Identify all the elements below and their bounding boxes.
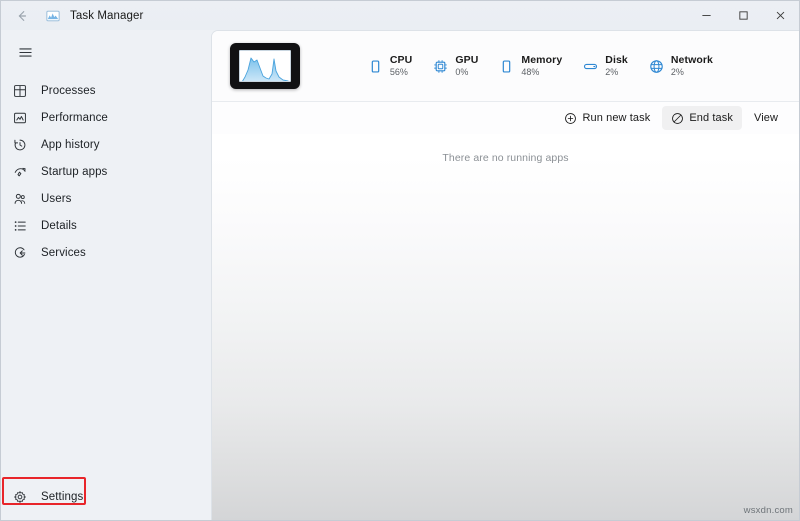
app-history-icon	[9, 136, 31, 154]
settings-area: Settings	[1, 477, 211, 510]
sidebar-item-processes[interactable]: Processes	[1, 77, 211, 104]
thumbnail-graph	[239, 50, 291, 82]
task-manager-window: Task Manager Processes Performance App h…	[0, 0, 800, 521]
main-panel: CPU 56% GPU 0% Memory 48% Disk 2% Networ…	[211, 30, 799, 520]
stat-disk[interactable]: Disk 2%	[582, 54, 628, 77]
sidebar-item-label: Processes	[41, 84, 96, 97]
performance-icon	[9, 109, 31, 127]
performance-stats: CPU 56% GPU 0% Memory 48% Disk 2% Networ…	[367, 54, 799, 77]
stat-value: 2%	[605, 67, 619, 78]
stat-gpu[interactable]: GPU 0%	[432, 54, 478, 77]
sidebar-item-performance[interactable]: Performance	[1, 104, 211, 131]
end-task-label: End task	[689, 112, 733, 124]
stat-value: 2%	[670, 67, 684, 78]
sidebar-item-settings[interactable]: Settings	[1, 483, 211, 510]
stat-label: CPU	[389, 54, 413, 67]
close-button[interactable]	[762, 1, 799, 30]
cpu-icon	[367, 58, 384, 75]
stat-network[interactable]: Network 2%	[648, 54, 713, 77]
sidebar-item-label: Startup apps	[41, 165, 108, 178]
gpu-chip-icon	[432, 58, 449, 75]
maximize-button[interactable]	[725, 1, 762, 30]
ban-circle-icon	[671, 112, 684, 125]
sidebar-item-startup-apps[interactable]: Startup apps	[1, 158, 211, 185]
memory-icon	[498, 58, 515, 75]
sidebar-item-label: Details	[41, 219, 77, 232]
stat-label: Memory	[521, 54, 563, 67]
performance-header: CPU 56% GPU 0% Memory 48% Disk 2% Networ…	[212, 31, 799, 102]
sidebar-item-label: Performance	[41, 111, 108, 124]
run-new-task-button[interactable]: Run new task	[555, 106, 659, 130]
sidebar-item-label: App history	[41, 138, 100, 151]
sidebar-item-services[interactable]: Services	[1, 239, 211, 266]
empty-state-message: There are no running apps	[442, 152, 569, 164]
hamburger-menu-icon[interactable]	[7, 35, 43, 69]
run-new-task-label: Run new task	[582, 112, 651, 124]
sidebar-item-label: Users	[41, 192, 72, 205]
network-globe-icon	[648, 58, 665, 75]
view-button[interactable]: View	[745, 106, 787, 130]
view-label: View	[753, 112, 778, 124]
sidebar: Processes Performance App history Startu…	[1, 30, 211, 520]
sidebar-item-label: Settings	[41, 490, 84, 503]
window-body: Processes Performance App history Startu…	[1, 30, 799, 520]
users-icon	[9, 190, 31, 208]
disk-icon	[582, 58, 599, 75]
app-list-area: There are no running apps	[212, 134, 799, 520]
gear-icon	[9, 488, 31, 506]
stat-memory[interactable]: Memory 48%	[498, 54, 562, 77]
stat-label: GPU	[455, 54, 479, 67]
plus-circle-icon	[564, 112, 577, 125]
stat-label: Network	[670, 54, 713, 67]
sidebar-item-users[interactable]: Users	[1, 185, 211, 212]
watermark: wsxdn.com	[743, 505, 793, 516]
stat-value: 48%	[521, 67, 540, 78]
title-bar: Task Manager	[1, 1, 799, 30]
details-icon	[9, 217, 31, 235]
sidebar-item-details[interactable]: Details	[1, 212, 211, 239]
task-manager-graph-thumbnail	[230, 43, 300, 89]
sidebar-nav-list: Processes Performance App history Startu…	[1, 77, 211, 266]
action-toolbar: Run new task End task View	[212, 102, 799, 134]
window-title: Task Manager	[70, 9, 144, 22]
stat-value: 56%	[389, 67, 408, 78]
end-task-button[interactable]: End task	[662, 106, 742, 130]
services-icon	[9, 244, 31, 262]
back-arrow-icon[interactable]	[7, 2, 37, 30]
minimize-button[interactable]	[688, 1, 725, 30]
stat-value: 0%	[455, 67, 469, 78]
processes-icon	[9, 82, 31, 100]
window-controls	[688, 1, 799, 30]
task-manager-icon	[45, 8, 61, 24]
stat-cpu[interactable]: CPU 56%	[367, 54, 412, 77]
stat-label: Disk	[605, 54, 628, 67]
startup-apps-icon	[9, 163, 31, 181]
sidebar-item-app-history[interactable]: App history	[1, 131, 211, 158]
sidebar-item-label: Services	[41, 246, 86, 259]
